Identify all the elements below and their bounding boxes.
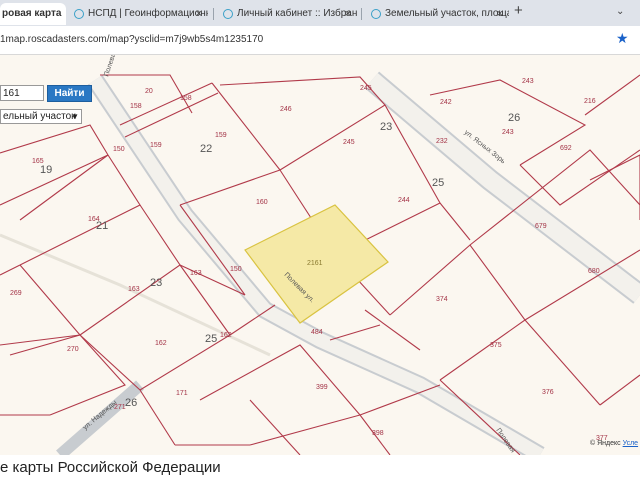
block-number-label: 26 xyxy=(508,112,520,124)
parcel-number-label: 162 xyxy=(220,332,232,339)
block-number-label: 25 xyxy=(205,333,217,345)
close-icon[interactable]: × xyxy=(497,3,503,25)
close-icon[interactable]: × xyxy=(196,3,202,25)
globe-icon xyxy=(74,9,84,19)
new-tab-button[interactable]: + xyxy=(514,2,523,19)
address-bar[interactable]: 1map.roscadasters.com/map?ysclid=m7j9wb5… xyxy=(0,26,640,55)
parcel-number-label: 216 xyxy=(584,98,596,105)
parcel-number-label: 163 xyxy=(128,286,140,293)
parcel-number-label: 374 xyxy=(436,296,448,303)
parcel-number-label: 159 xyxy=(150,142,162,149)
parcel-number-label: 269 xyxy=(10,290,22,297)
tab-title: НСПД | Геоинформационный xyxy=(88,8,208,19)
find-button[interactable]: Найти xyxy=(47,85,92,102)
parcel-number-label: 399 xyxy=(316,384,328,391)
parcel-number-label: 165 xyxy=(32,158,44,165)
parcel-number-label: 679 xyxy=(535,223,547,230)
url-text[interactable]: 1map.roscadasters.com/map?ysclid=m7j9wb5… xyxy=(0,34,263,45)
close-icon[interactable]: × xyxy=(345,3,351,25)
block-number-label: 26 xyxy=(125,397,137,409)
parcel-number-label: 484 xyxy=(311,329,323,336)
cadastral-map[interactable]: 19 21 22 23 23 25 25 26 26 20 158 158 15… xyxy=(0,55,640,455)
tab-title: Земельный участок, площадь xyxy=(385,8,509,19)
block-number-label: 23 xyxy=(380,121,392,133)
globe-icon xyxy=(371,9,381,19)
chevron-down-icon[interactable]: ⌄ xyxy=(616,6,624,17)
parcel-number-label: 270 xyxy=(67,346,79,353)
map-canvas[interactable]: 19 21 22 23 23 25 25 26 26 20 158 158 15… xyxy=(0,55,640,455)
cadastral-search-input[interactable]: 161 xyxy=(0,85,44,101)
street-label: Полевая ул. xyxy=(103,55,122,78)
parcel-number-label: 150 xyxy=(230,266,242,273)
chevron-down-icon: ▼ xyxy=(71,112,79,121)
object-type-select[interactable]: ельный участок ▼ xyxy=(0,109,82,124)
block-number-label: 19 xyxy=(40,164,52,176)
bookmark-star-icon[interactable]: ★ xyxy=(616,30,629,47)
parcel-number-label: 246 xyxy=(280,106,292,113)
block-number-label: 25 xyxy=(432,177,444,189)
parcel-number-label: 160 xyxy=(256,199,268,206)
tab-public-cadastral-map[interactable]: ровая карта xyxy=(0,3,66,25)
parcel-number-label: 158 xyxy=(130,103,142,110)
parcel-number-label: 680 xyxy=(588,268,600,275)
parcel-number-label: 159 xyxy=(215,132,227,139)
parcel-number-label: 162 xyxy=(155,340,167,347)
parcel-number-label: 376 xyxy=(542,389,554,396)
parcel-number-label: 244 xyxy=(398,197,410,204)
tab-land-plot[interactable]: Земельный участок, площадь × xyxy=(365,3,509,25)
tab-separator xyxy=(361,8,362,20)
map-attribution: © Яндекс Усле xyxy=(590,440,638,447)
tab-separator xyxy=(213,8,214,20)
parcel-number-label: 243 xyxy=(502,129,514,136)
yandex-attribution[interactable]: © Яндекс xyxy=(590,440,621,447)
selected-parcel-number: 2161 xyxy=(307,260,323,267)
parcel-number-label: 243 xyxy=(522,78,534,85)
parcel-number-label: 245 xyxy=(343,139,355,146)
parcel-number-label: 163 xyxy=(190,270,202,277)
parcel-number-label: 242 xyxy=(440,99,452,106)
street-yasnyh-zor-fill xyxy=(366,73,640,303)
parcel-number-label: 692 xyxy=(560,145,572,152)
block-number-label: 22 xyxy=(200,143,212,155)
globe-icon xyxy=(223,9,233,19)
parcel-number-label: 232 xyxy=(436,138,448,145)
parcel-number-label: 375 xyxy=(490,342,502,349)
parcel-number-label: 398 xyxy=(372,430,384,437)
parcel-number-label: 164 xyxy=(88,216,100,223)
parcel-number-label: 245 xyxy=(360,85,372,92)
tab-personal-account[interactable]: Личный кабинет :: Избранны × xyxy=(217,3,357,25)
terms-link[interactable]: Усле xyxy=(623,440,638,447)
tab-nspd[interactable]: НСПД | Геоинформационный × xyxy=(68,3,208,25)
tab-bar: ровая карта НСПД | Геоинформационный × Л… xyxy=(0,0,640,26)
parcel-number-label: 158 xyxy=(180,95,192,102)
tab-title: Личный кабинет :: Избранны xyxy=(237,8,357,19)
parcel-number-label: 171 xyxy=(176,390,188,397)
parcel-number-label: 20 xyxy=(145,88,153,95)
block-number-label: 23 xyxy=(150,277,162,289)
object-type-value: ельный участок xyxy=(3,111,76,122)
tab-title: ровая карта xyxy=(2,8,62,19)
parcel-number-label: 150 xyxy=(113,146,125,153)
page-footer: е карты Российской Федерации xyxy=(0,455,640,480)
page-heading: е карты Российской Федерации xyxy=(0,459,221,476)
